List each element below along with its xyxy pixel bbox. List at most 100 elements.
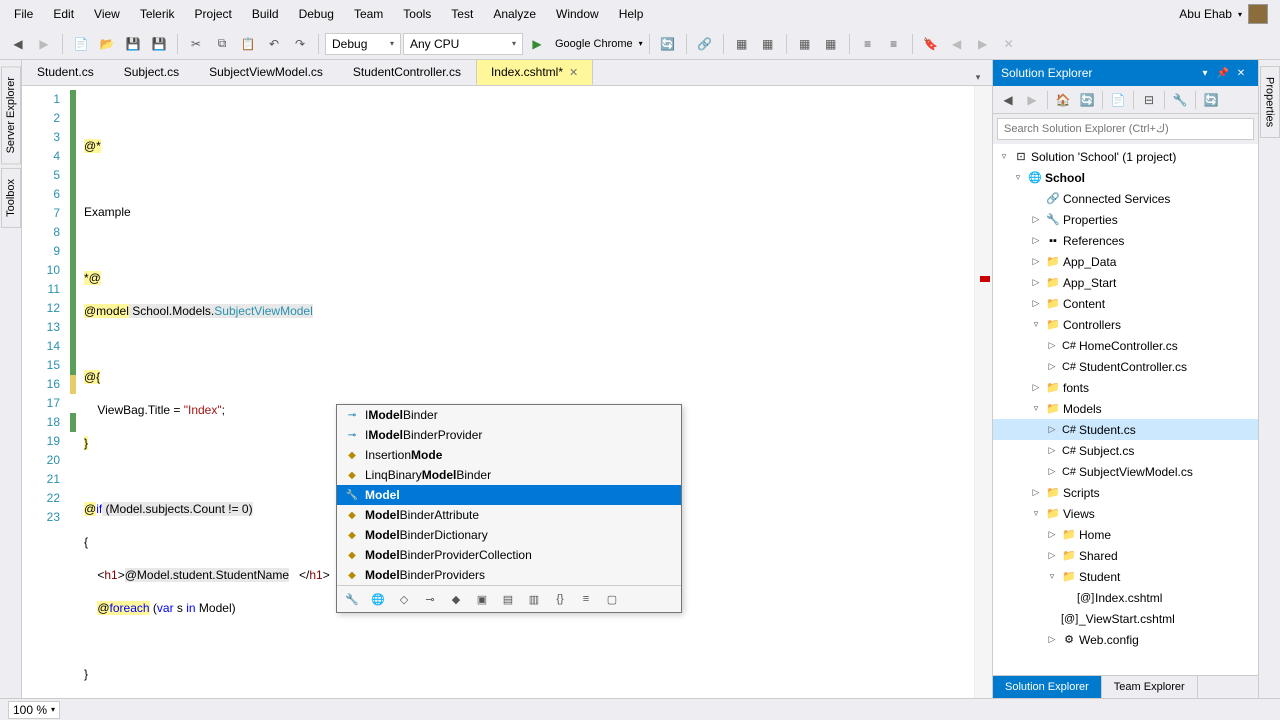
panel-close-icon[interactable]: ✕ xyxy=(1232,65,1250,81)
tree-node[interactable]: ▷📁Content xyxy=(993,293,1258,314)
editor-tab[interactable]: Subject.cs xyxy=(109,60,194,85)
solution-root[interactable]: ▿⊡ Solution 'School' (1 project) xyxy=(993,146,1258,167)
next-bookmark-icon[interactable]: ▶ xyxy=(971,32,995,56)
editor-tab[interactable]: StudentController.cs xyxy=(338,60,476,85)
tree-node[interactable]: ▷C#Subject.cs xyxy=(993,440,1258,461)
tree-node[interactable]: ▷C#HomeController.cs xyxy=(993,335,1258,356)
close-icon[interactable]: ✕ xyxy=(569,66,578,79)
editor-tab[interactable]: Student.cs xyxy=(22,60,109,85)
tree-node[interactable]: ▷C#StudentController.cs xyxy=(993,356,1258,377)
browser-link-icon[interactable]: 🔗 xyxy=(693,32,717,56)
sol-sync-icon[interactable]: 🔄 xyxy=(1076,89,1098,111)
editor-tab[interactable]: Index.cshtml*✕ xyxy=(476,60,593,85)
tb-icon-3[interactable]: ▦ xyxy=(793,32,817,56)
tree-node[interactable]: ▿📁Student xyxy=(993,566,1258,587)
cut-icon[interactable]: ✂ xyxy=(184,32,208,56)
intellisense-item[interactable]: ◆ModelBinderDictionary xyxy=(337,525,681,545)
filter-globe-icon[interactable]: 🌐 xyxy=(369,590,387,608)
sol-back-icon[interactable]: ◀ xyxy=(997,89,1019,111)
intellisense-item[interactable]: ⊸IModelBinderProvider xyxy=(337,425,681,445)
menu-project[interactable]: Project xyxy=(185,3,242,25)
tree-node[interactable]: ▷📁Shared xyxy=(993,545,1258,566)
sol-show-all-icon[interactable]: 📄 xyxy=(1107,89,1129,111)
clear-bookmark-icon[interactable]: ✕ xyxy=(997,32,1021,56)
config-combo[interactable]: Debug▾ xyxy=(325,33,401,55)
tb-icon-2[interactable]: ▦ xyxy=(756,32,780,56)
panel-dropdown-icon[interactable]: ▾ xyxy=(1196,65,1214,81)
intellisense-item[interactable]: ◆ModelBinderProviders xyxy=(337,565,681,585)
tree-node[interactable]: ▷📁Scripts xyxy=(993,482,1258,503)
menu-analyze[interactable]: Analyze xyxy=(483,3,546,25)
sol-home-icon[interactable]: 🏠 xyxy=(1052,89,1074,111)
tree-node[interactable]: ▷▪▪References xyxy=(993,230,1258,251)
properties-tab[interactable]: Properties xyxy=(1260,66,1280,138)
menu-debug[interactable]: Debug xyxy=(289,3,344,25)
menu-help[interactable]: Help xyxy=(609,3,654,25)
outdent-icon[interactable]: ≡ xyxy=(882,32,906,56)
filter-class-icon[interactable]: ◆ xyxy=(447,590,465,608)
editor-tab[interactable]: SubjectViewModel.cs xyxy=(194,60,338,85)
intellisense-item[interactable]: ◆LinqBinaryModelBinder xyxy=(337,465,681,485)
platform-combo[interactable]: Any CPU▾ xyxy=(403,33,523,55)
intellisense-item[interactable]: ◆ModelBinderProviderCollection xyxy=(337,545,681,565)
tree-node[interactable]: ▷🔧Properties xyxy=(993,209,1258,230)
menu-tools[interactable]: Tools xyxy=(393,3,441,25)
menu-test[interactable]: Test xyxy=(441,3,483,25)
tree-node[interactable]: ▷C#SubjectViewModel.cs xyxy=(993,461,1258,482)
tree-node[interactable]: ▿📁Controllers xyxy=(993,314,1258,335)
copy-icon[interactable]: ⧉ xyxy=(210,32,234,56)
tb-icon-1[interactable]: ▦ xyxy=(730,32,754,56)
sol-properties-icon[interactable]: 🔧 xyxy=(1169,89,1191,111)
menu-edit[interactable]: Edit xyxy=(43,3,84,25)
paste-icon[interactable]: 📋 xyxy=(236,32,260,56)
filter-interface-icon[interactable]: ⊸ xyxy=(421,590,439,608)
filter-keyword-icon[interactable]: ≡ xyxy=(577,590,595,608)
filter-enum-icon[interactable]: ▤ xyxy=(499,590,517,608)
tree-node[interactable]: ▷📁App_Start xyxy=(993,272,1258,293)
save-icon[interactable]: 💾 xyxy=(121,32,145,56)
server-explorer-tab[interactable]: Server Explorer xyxy=(1,66,21,164)
sol-fwd-icon[interactable]: ▶ xyxy=(1021,89,1043,111)
intellisense-item[interactable]: ⊸IModelBinder xyxy=(337,405,681,425)
intellisense-item[interactable]: ◆InsertionMode xyxy=(337,445,681,465)
new-project-icon[interactable]: 📄 xyxy=(69,32,93,56)
undo-icon[interactable]: ↶ xyxy=(262,32,286,56)
tab-dropdown-icon[interactable]: ▾ xyxy=(970,69,986,85)
nav-back-icon[interactable]: ◀ xyxy=(6,32,30,56)
filter-wrench-icon[interactable]: 🔧 xyxy=(343,590,361,608)
zoom-combo[interactable]: 100 %▾ xyxy=(8,701,60,719)
tree-node[interactable]: ▿📁Views xyxy=(993,503,1258,524)
panel-pin-icon[interactable]: 📌 xyxy=(1214,65,1232,81)
filter-snippet-icon[interactable]: ▢ xyxy=(603,590,621,608)
team-explorer-btab[interactable]: Team Explorer xyxy=(1102,676,1198,698)
tree-node[interactable]: ▷📁fonts xyxy=(993,377,1258,398)
filter-struct-icon[interactable]: ▣ xyxy=(473,590,491,608)
menu-build[interactable]: Build xyxy=(242,3,289,25)
redo-icon[interactable]: ↷ xyxy=(288,32,312,56)
save-all-icon[interactable]: 💾 xyxy=(147,32,171,56)
tree-node[interactable]: ▷⚙Web.config xyxy=(993,629,1258,650)
browser-label[interactable]: Google Chrome xyxy=(551,38,637,50)
menu-telerik[interactable]: Telerik xyxy=(130,3,185,25)
bookmark-icon[interactable]: 🔖 xyxy=(919,32,943,56)
solution-explorer-btab[interactable]: Solution Explorer xyxy=(993,676,1102,698)
menu-window[interactable]: Window xyxy=(546,3,609,25)
tb-icon-4[interactable]: ▦ xyxy=(819,32,843,56)
sol-refresh-icon[interactable]: 🔄 xyxy=(1200,89,1222,111)
tree-node[interactable]: 🔗Connected Services xyxy=(993,188,1258,209)
tree-node[interactable]: ▿📁Models xyxy=(993,398,1258,419)
menu-team[interactable]: Team xyxy=(344,3,393,25)
tree-node[interactable]: [@]_ViewStart.cshtml xyxy=(993,608,1258,629)
intellisense-item[interactable]: 🔧Model xyxy=(337,485,681,505)
nav-forward-icon[interactable]: ▶ xyxy=(32,32,56,56)
filter-cube-icon[interactable]: ◇ xyxy=(395,590,413,608)
solution-search-input[interactable] xyxy=(997,118,1254,140)
error-marker[interactable] xyxy=(980,276,990,282)
menu-view[interactable]: View xyxy=(84,3,130,25)
indent-icon[interactable]: ≡ xyxy=(856,32,880,56)
filter-delegate-icon[interactable]: ▥ xyxy=(525,590,543,608)
open-icon[interactable]: 📂 xyxy=(95,32,119,56)
tree-node[interactable]: ▷📁Home xyxy=(993,524,1258,545)
tree-node[interactable]: ▷C#Student.cs xyxy=(993,419,1258,440)
solution-tree[interactable]: ▿⊡ Solution 'School' (1 project) ▿🌐 Scho… xyxy=(993,144,1258,675)
